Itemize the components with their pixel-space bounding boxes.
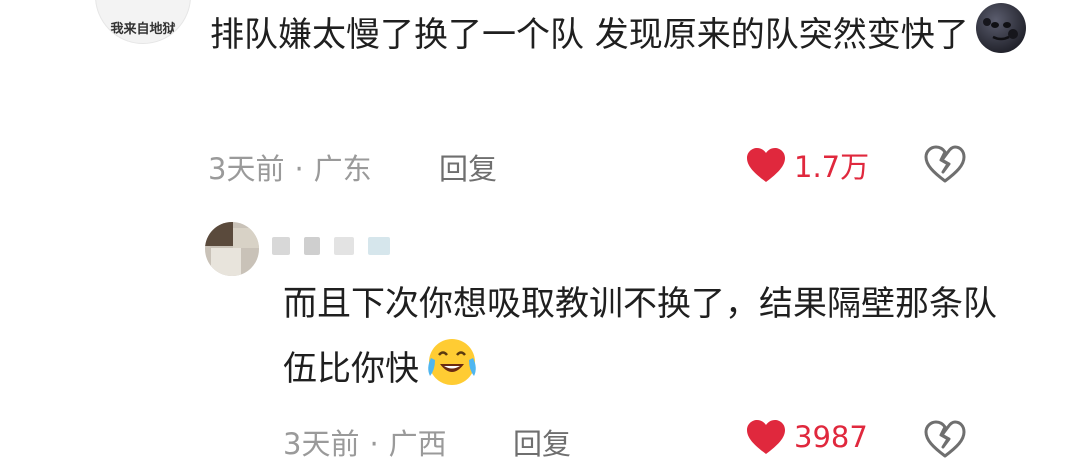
comment-text: 排队嫌太慢了换了一个队 发现原来的队突然变快了 [210,2,1030,75]
broken-heart-icon [924,145,966,183]
timestamp: 3天前 [283,427,360,461]
separator: · [369,427,379,461]
dislike-button[interactable] [924,145,966,187]
reply-button[interactable]: 回复 [439,146,497,188]
like-count: 3987 [794,420,868,454]
location: 广西 [388,427,447,461]
broken-heart-icon [924,420,966,458]
heart-icon [747,148,785,182]
avatar[interactable]: 我来自地狱 [95,0,191,44]
reply-text: 而且下次你想吸取教训不换了，结果隔壁那条队伍比你快 [283,272,1023,409]
new-moon-face-emoji [975,2,1027,75]
like-button[interactable]: 3987 [746,419,868,455]
reply-avatar[interactable] [205,222,259,276]
comment-thread: 我来自地狱 排队嫌太慢了换了一个队 发现原来的队突然变快了 3天前 · 广东 回复 … [0,0,1080,468]
avatar-caption: 我来自地狱 [110,22,176,37]
timestamp: 3天前 [208,152,285,186]
separator: · [294,152,304,186]
like-button[interactable]: 1.7万 [746,144,869,186]
comment-meta: 3天前 · 广东 [208,146,372,188]
like-count: 1.7万 [794,150,870,184]
reply-username[interactable] [272,237,390,255]
reply-button[interactable]: 回复 [513,421,571,463]
crying-laughing-face-emoji [425,336,479,409]
dislike-button[interactable] [924,420,966,462]
location: 广东 [313,152,372,186]
reply-meta: 3天前 · 广西 [283,421,447,463]
heart-icon [747,420,785,454]
